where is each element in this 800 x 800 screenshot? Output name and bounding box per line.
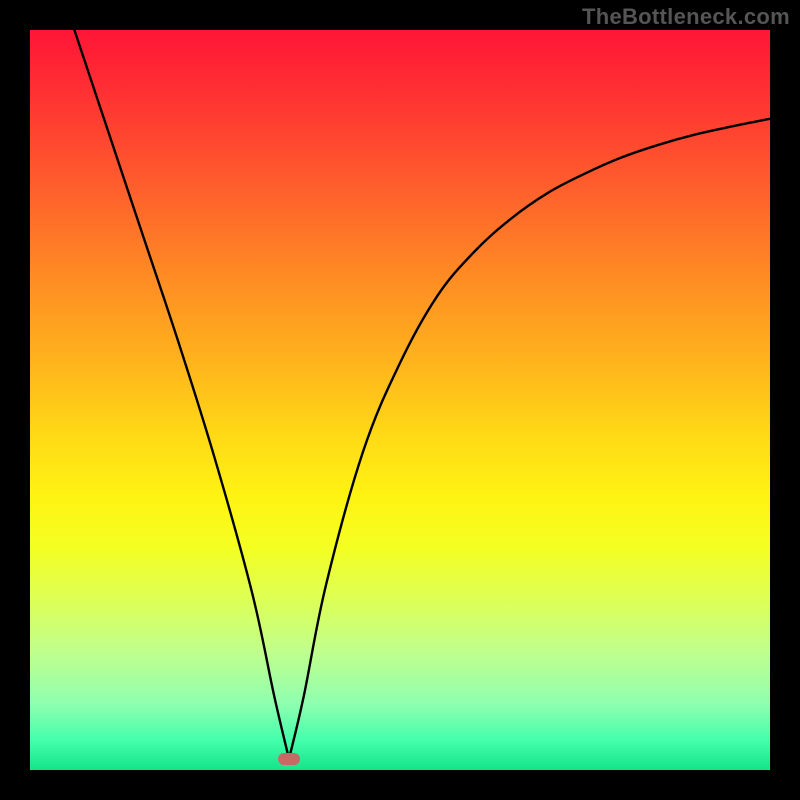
minimum-marker xyxy=(278,753,300,765)
curve-svg xyxy=(30,30,770,770)
plot-area xyxy=(30,30,770,770)
chart-frame: TheBottleneck.com xyxy=(0,0,800,800)
watermark-text: TheBottleneck.com xyxy=(582,4,790,30)
curve-right-branch xyxy=(289,119,770,759)
curve-left-branch xyxy=(74,30,289,759)
